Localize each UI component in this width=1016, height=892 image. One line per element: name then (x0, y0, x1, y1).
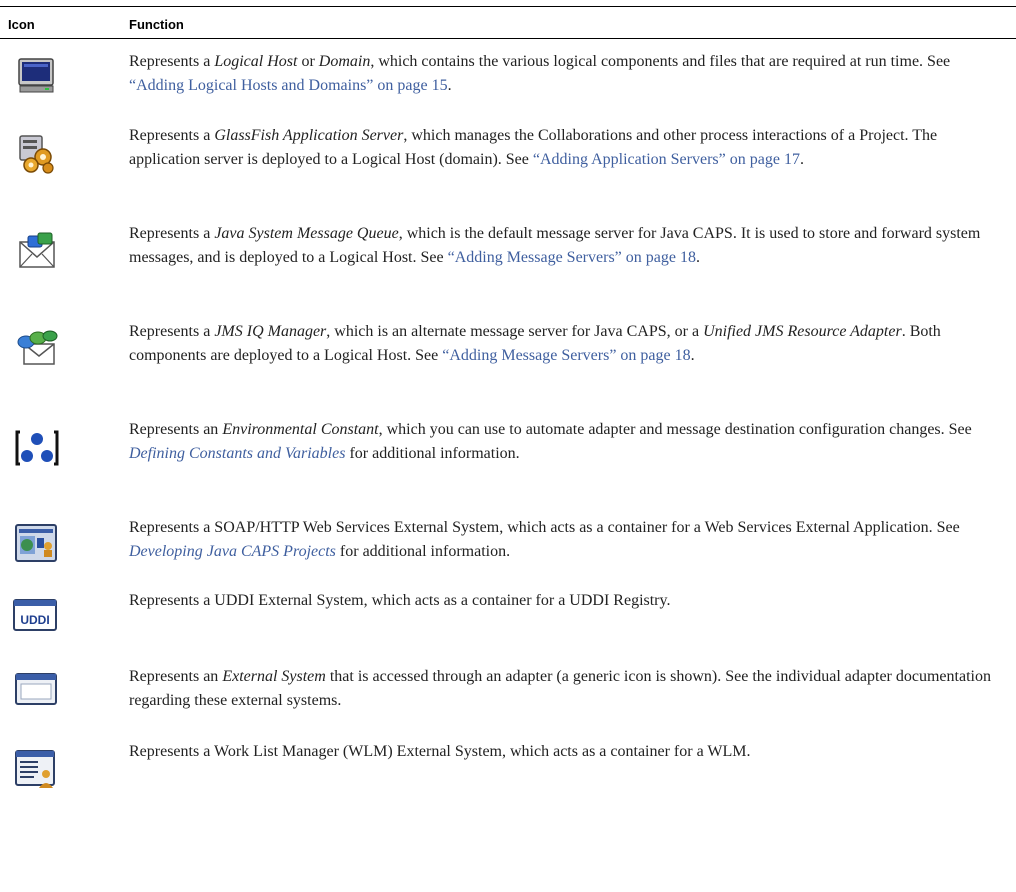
row-description: Represents a SOAP/HTTP Web Services Exte… (129, 519, 960, 560)
table-header: Icon Function (0, 8, 1016, 38)
cross-reference-link[interactable]: “Adding Application Servers” on page 17 (533, 151, 800, 168)
table-top-rule (0, 6, 1016, 7)
row-description: Represents a Java System Message Queue, … (129, 225, 981, 266)
application-server-icon (19, 135, 54, 174)
icon-reference-table: Icon Function Represents a Logical Host … (0, 0, 1016, 892)
row-description: Represents a Work List Manager (WLM) Ext… (129, 743, 751, 760)
logical-host-icon (18, 58, 54, 93)
external-system-icon (15, 673, 57, 705)
row-description: Represents an External System that is ac… (129, 668, 991, 709)
uddi-system-icon: UDDI (13, 599, 57, 631)
message-queue-icon (19, 232, 55, 268)
cross-reference-link[interactable]: Developing Java CAPS Projects (129, 543, 336, 560)
table-header-rule (0, 38, 1016, 39)
cross-reference-link[interactable]: “Adding Message Servers” on page 18 (448, 249, 696, 266)
column-header-function: Function (129, 17, 184, 32)
cross-reference-link[interactable]: “Adding Logical Hosts and Domains” on pa… (129, 77, 448, 94)
cross-reference-link[interactable]: Defining Constants and Variables (129, 445, 345, 462)
jms-iq-manager-icon (17, 330, 58, 365)
svg-text:UDDI: UDDI (20, 613, 49, 627)
environmental-constant-icon (15, 429, 59, 467)
row-description: Represents a JMS IQ Manager, which is an… (129, 323, 941, 364)
row-description: Represents a GlassFish Application Serve… (129, 127, 938, 168)
row-description: Represents a Logical Host or Domain, whi… (129, 53, 951, 94)
row-description: Represents an Environmental Constant, wh… (129, 421, 972, 462)
web-services-system-icon (15, 524, 57, 562)
column-header-icon: Icon (8, 17, 35, 32)
work-list-manager-icon (15, 750, 55, 788)
row-description: Represents a UDDI External System, which… (129, 592, 671, 609)
cross-reference-link[interactable]: “Adding Message Servers” on page 18 (442, 347, 690, 364)
